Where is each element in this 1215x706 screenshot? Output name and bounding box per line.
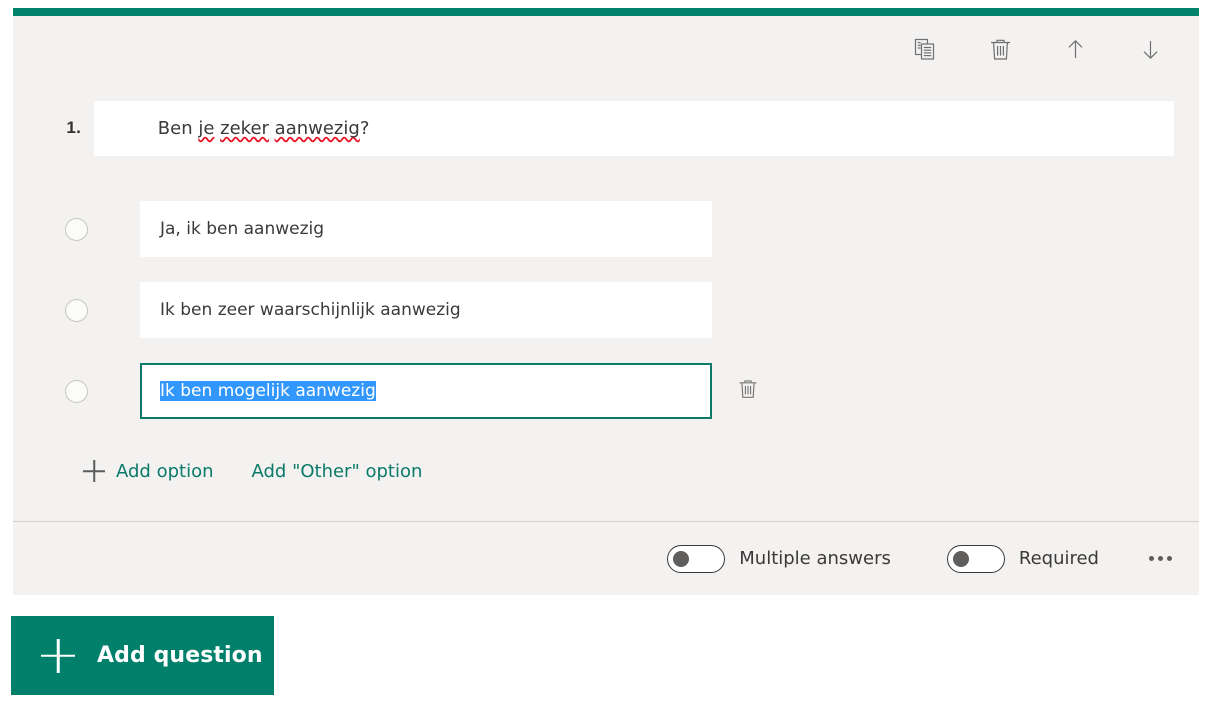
copy-question-button[interactable] [906, 30, 944, 68]
add-other-option-button[interactable]: Add "Other" option [252, 461, 423, 482]
option-text: Ik ben zeer waarschijnlijk aanwezig [160, 300, 461, 320]
plus-icon [41, 639, 75, 673]
ellipsis-dot [1166, 556, 1172, 561]
plus-icon [83, 460, 105, 482]
question-number: 1. [66, 118, 81, 137]
option-row: Ik ben mogelijk aanwezig [13, 360, 1199, 422]
radio-icon[interactable] [65, 217, 88, 241]
arrow-down-icon [1138, 37, 1163, 62]
multiple-answers-label: Multiple answers [739, 548, 891, 569]
option-input[interactable]: Ja, ik ben aanwezig [140, 201, 712, 257]
toggle-knob [952, 550, 969, 567]
toggle-knob [673, 550, 690, 567]
multiple-answers-toggle[interactable] [667, 544, 726, 573]
question-title-row: 1. Ben je zeker aanwezig? [13, 101, 1199, 156]
arrow-up-icon [1063, 37, 1088, 62]
question-toolbar [906, 30, 1169, 68]
more-options-button[interactable] [1143, 542, 1177, 576]
option-input[interactable]: Ik ben zeer waarschijnlijk aanwezig [140, 282, 712, 338]
title-segment: Ben [157, 118, 199, 139]
ellipsis-dot [1157, 556, 1163, 561]
required-toggle[interactable] [946, 544, 1005, 573]
option-radio-slot [13, 379, 140, 403]
option-row: Ik ben zeer waarschijnlijk aanwezig [13, 279, 1199, 341]
question-card: 1. Ben je zeker aanwezig? Ja, ik ben aan… [13, 8, 1199, 595]
title-segment-misspelled: zeker [220, 118, 269, 139]
options-list: Ja, ik ben aanwezig Ik ben zeer waarschi… [13, 198, 1199, 441]
option-row: Ja, ik ben aanwezig [13, 198, 1199, 260]
delete-option-button[interactable] [730, 373, 766, 409]
multiple-answers-group: Multiple answers [667, 544, 891, 573]
move-question-down-button[interactable] [1131, 30, 1169, 68]
add-option-links: Add option Add "Other" option [83, 460, 422, 482]
add-option-label: Add option [116, 460, 214, 482]
delete-question-button[interactable] [981, 30, 1019, 68]
title-segment-misspelled: je [198, 118, 215, 139]
card-accent-bar [13, 8, 1199, 16]
radio-icon[interactable] [65, 379, 88, 403]
question-title-input[interactable]: Ben je zeker aanwezig? [94, 101, 1174, 156]
question-footer: Multiple answers Required [13, 522, 1199, 595]
add-option-button[interactable]: Add option [83, 460, 214, 482]
add-question-button[interactable]: Add question [11, 616, 274, 695]
required-group: Required [946, 544, 1099, 573]
option-radio-slot [13, 217, 140, 241]
radio-icon[interactable] [65, 298, 88, 322]
option-input-focused[interactable]: Ik ben mogelijk aanwezig [140, 363, 712, 419]
required-label: Required [1018, 548, 1099, 569]
copy-icon [913, 37, 938, 62]
title-segment-misspelled: aanwezig [274, 118, 360, 139]
move-question-up-button[interactable] [1056, 30, 1094, 68]
trash-icon [737, 378, 759, 405]
ellipsis-dot [1148, 556, 1154, 561]
option-text: Ik ben mogelijk aanwezig [160, 381, 376, 401]
option-radio-slot [13, 298, 140, 322]
trash-icon [988, 37, 1013, 62]
option-text: Ja, ik ben aanwezig [160, 219, 325, 239]
question-title-text: Ben je zeker aanwezig? [112, 97, 370, 160]
title-segment: ? [359, 118, 370, 139]
add-question-label: Add question [97, 643, 263, 668]
